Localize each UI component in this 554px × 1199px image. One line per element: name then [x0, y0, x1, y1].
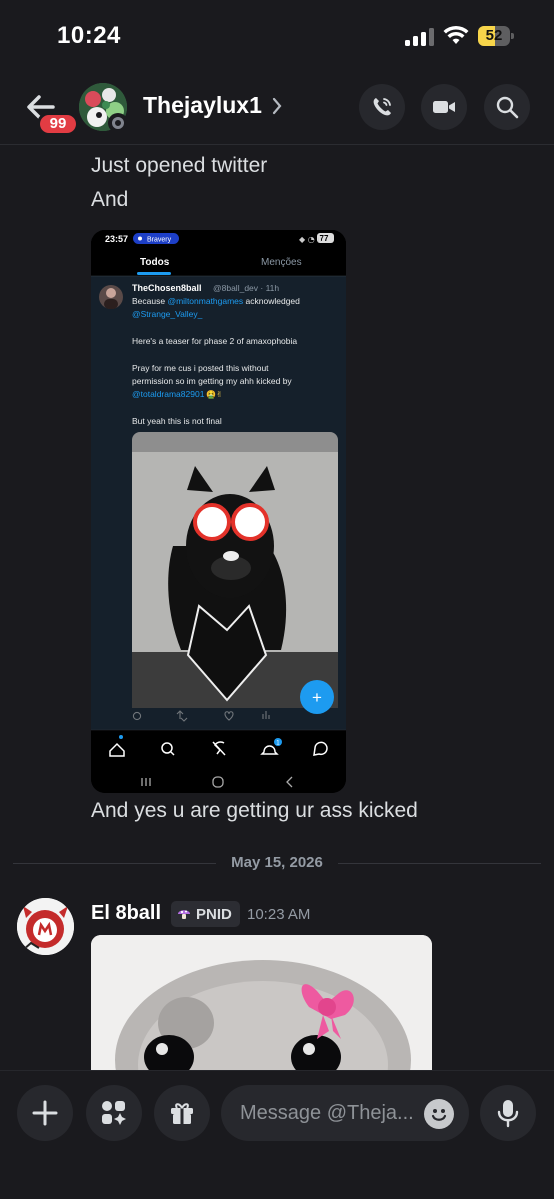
- offline-status-indicator: [108, 113, 128, 133]
- author-avatar[interactable]: [17, 898, 74, 955]
- embedded-tab-mencoes: Menções: [261, 257, 302, 268]
- message-image-attachment[interactable]: 23:57 Bravery 77 ◆ ◔ ıl Todos Menções Th…: [91, 230, 346, 793]
- message-timestamp: 10:23 AM: [247, 906, 311, 923]
- unread-badge: 99: [37, 112, 79, 136]
- tweet-mention: @totaldrama82901: [132, 389, 205, 399]
- video-camera-icon: [433, 101, 455, 113]
- embedded-app-pill: Bravery: [147, 237, 172, 244]
- conversation-title[interactable]: Thejaylux1: [143, 92, 262, 119]
- tweet-display-name: TheChosen8ball: [132, 283, 202, 293]
- emoji-button[interactable]: [424, 1099, 454, 1129]
- gift-icon: [171, 1103, 193, 1124]
- mushroom-icon: [178, 910, 190, 919]
- tweet-mention: @Strange_Valley_: [132, 309, 203, 319]
- status-bar: 10:24 52: [0, 0, 554, 70]
- sparkles-apps-icon: [102, 1101, 126, 1125]
- svg-text:◆ ◔ ıl: ◆ ◔ ıl: [299, 235, 322, 244]
- message-text: And yes u are getting ur ass kicked: [91, 799, 418, 822]
- battery-icon: 52: [478, 26, 514, 46]
- tweet-line1: Because @miltonmathgames acknowledged: [132, 296, 300, 306]
- tweet-handle-time: @8ball_dev · 11h: [213, 283, 279, 293]
- plus-icon: [32, 1100, 58, 1126]
- gift-button[interactable]: [154, 1085, 210, 1141]
- message-gif-attachment[interactable]: [91, 935, 432, 1075]
- conversation-header: 99 Thejaylux1: [0, 70, 554, 145]
- embedded-status-time: 23:57: [105, 234, 128, 244]
- compose-fab-label: +: [312, 688, 322, 707]
- twitter-screenshot: 23:57 Bravery 77 ◆ ◔ ıl Todos Menções Th…: [91, 230, 346, 793]
- hamster-gif: [91, 935, 432, 1075]
- tweet-paragraph: But yeah this is not final: [132, 416, 222, 426]
- smiley-icon: [431, 1109, 447, 1121]
- attach-button[interactable]: [17, 1085, 73, 1141]
- tweet-emoji: 🤮✌: [206, 390, 223, 399]
- message-composer: [0, 1070, 554, 1199]
- video-call-button[interactable]: [421, 84, 467, 130]
- message-text: And: [91, 188, 129, 211]
- date-divider: May 15, 2026: [216, 854, 338, 871]
- guild-tag-label: PNID: [196, 905, 232, 923]
- phone-icon: [373, 98, 391, 116]
- tweet-paragraph: Pray for me cus i posted this without: [132, 363, 269, 373]
- status-time: 10:24: [57, 22, 121, 49]
- apps-button[interactable]: [86, 1085, 142, 1141]
- guild-tag[interactable]: PNID: [171, 901, 240, 927]
- cellular-signal-icon: [405, 28, 435, 46]
- search-button[interactable]: [484, 84, 530, 130]
- tweet-paragraph: permission so im getting my ahh kicked b…: [132, 376, 292, 386]
- voice-message-button[interactable]: [480, 1085, 536, 1141]
- search-icon: [496, 96, 519, 119]
- battery-level: 52: [485, 27, 503, 44]
- microphone-icon: [497, 1100, 519, 1128]
- tweet-paragraph: Here's a teaser for phase 2 of amaxophob…: [132, 336, 297, 346]
- wifi-icon: [443, 25, 469, 44]
- author-name[interactable]: El 8ball: [91, 902, 161, 925]
- embedded-tab-todos: Todos: [140, 257, 170, 268]
- message-text: Just opened twitter: [91, 154, 268, 177]
- chevron-right-icon[interactable]: [271, 96, 283, 116]
- voice-call-button[interactable]: [359, 84, 405, 130]
